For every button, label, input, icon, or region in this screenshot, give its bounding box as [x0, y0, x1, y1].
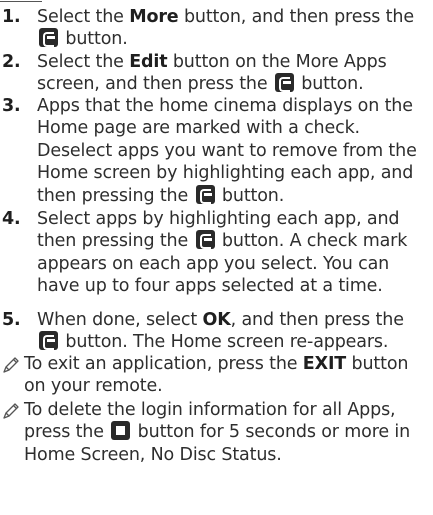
step-number: 4.	[2, 209, 21, 229]
step-number: 2.	[2, 52, 21, 72]
step-text: button.	[60, 29, 128, 50]
step-number: 3.	[2, 96, 21, 116]
enter-button-icon	[195, 230, 215, 250]
step-text: Select the	[37, 7, 130, 27]
ok-button-label: OK	[202, 310, 231, 330]
top-rule	[0, 1, 42, 2]
step-number: 1.	[2, 7, 21, 27]
note-2: To delete the login information for all …	[0, 399, 431, 466]
note-1: To exit an application, press the EXIT b…	[0, 353, 431, 398]
enter-button-icon	[274, 73, 294, 93]
stop-button-icon	[111, 421, 131, 441]
edit-button-label: Edit	[129, 52, 168, 72]
step-3: 3. Apps that the home cinema displays on…	[0, 95, 431, 207]
enter-button-icon	[39, 331, 58, 351]
step-text: , and then press the	[230, 310, 404, 330]
note-text: To exit an application, press the	[24, 354, 303, 374]
step-2: 2. Select the Edit button on the More Ap…	[0, 51, 431, 96]
step-5: 5. When done, select OK, and then press …	[0, 309, 431, 354]
step-text: button. The Home screen re-appears.	[60, 332, 389, 353]
exit-button-label: EXIT	[302, 354, 347, 374]
enter-button-icon	[195, 184, 215, 204]
enter-button-icon	[39, 28, 58, 48]
step-number: 5.	[2, 310, 21, 330]
step-text: When done, select	[37, 310, 203, 330]
pencil-note-icon	[3, 403, 19, 419]
step-text: button, and then press the	[178, 7, 414, 27]
step-text: button.	[216, 185, 285, 206]
more-button-label: More	[129, 7, 179, 27]
step-4: 4. Select apps by highlighting each app,…	[0, 208, 431, 298]
step-1: 1. Select the More button, and then pres…	[0, 6, 431, 51]
step-text: button.	[295, 74, 364, 95]
pencil-note-icon	[3, 357, 19, 373]
step-text: Select the	[37, 52, 130, 72]
